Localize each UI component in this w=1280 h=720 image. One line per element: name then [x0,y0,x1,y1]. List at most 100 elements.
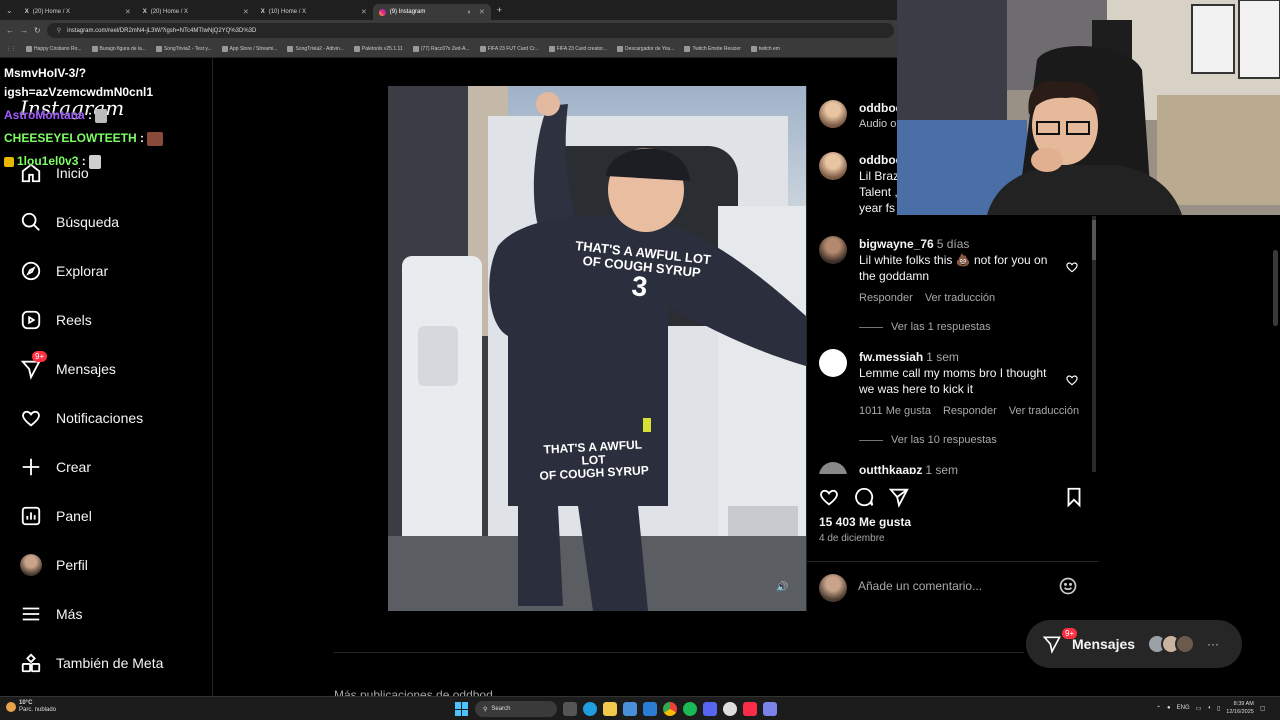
browser-tab-bar: ⌄ X (20) Home / X ✕ X (20) Home / X ✕ X (10) … [0,0,900,20]
edge-icon[interactable] [583,702,597,716]
close-tab-icon[interactable]: ✕ [479,8,485,16]
close-tab-icon[interactable]: ✕ [125,8,131,16]
messages-pill[interactable]: 9+ Mensajes ··· [1026,620,1242,668]
language-indicator[interactable]: ENG [1177,705,1190,711]
volume-icon[interactable]: ◖ [1207,705,1211,711]
bookmark-item[interactable]: SongTrivia2 - Test y... [155,46,212,52]
bookmark-item[interactable]: (77) Racc0?s Zed-A... [412,46,470,52]
music-icon[interactable] [743,702,757,716]
weather-widget[interactable]: 10°C Parc. nublado [6,700,56,714]
battery-icon[interactable]: ▯ [1217,705,1220,712]
tab-menu-icon[interactable]: ⌄ [0,6,19,15]
badge-icon [4,156,14,167]
sidebar-item-crear[interactable]: Crear [20,455,91,479]
bookmark-item[interactable]: Paletools v25.1.11 [353,46,403,52]
browser-tab-1[interactable]: X (20) Home / X ✕ [19,4,137,20]
view-replies[interactable]: Ver las 1 respuestas [859,321,991,333]
bookmark-item[interactable]: Descargador de You... [616,46,674,52]
bookmark-icon[interactable] [1063,486,1085,508]
store-icon[interactable] [623,702,637,716]
bookmark-favicon-icon [548,46,555,52]
author-avatar[interactable] [819,100,847,128]
comment-input[interactable]: Añade un comentario... [858,579,982,593]
comment-username[interactable]: fw.messiah [859,350,923,364]
bookmark-item[interactable]: SongTrivia2 - Adivin... [287,46,344,52]
sidebar-item-label: Crear [56,459,92,475]
chevron-up-icon[interactable]: ⌃ [1156,705,1161,712]
bookmark-item[interactable]: App Store / Streami... [221,46,277,52]
translate-button[interactable]: Ver traducción [1009,403,1079,419]
translate-button[interactable]: Ver traducción [925,290,995,306]
url-input[interactable]: ⚲ instagram.com/reel/DR2mN4-jL3W/?igsh=NT… [46,23,894,38]
task-view-icon[interactable] [563,702,577,716]
more-posts-heading: Más publicaciones de oddbod [334,688,493,696]
bookmark-item[interactable]: FIFA 23 FUT Card Cr... [479,46,539,52]
taskbar-search[interactable]: ⚲ Search [475,701,557,717]
sidebar-item-explorar[interactable]: Explorar [20,259,108,283]
browser-tab-instagram[interactable]: (9) Instagram ◖ ✕ [372,4,491,20]
close-tab-icon[interactable]: ✕ [361,8,367,16]
network-icon[interactable]: ▭ [1196,705,1202,712]
author-avatar[interactable] [819,152,847,180]
bookmark-item[interactable]: twitch em [750,46,780,52]
view-replies[interactable]: Ver las 10 respuestas [859,434,997,446]
mail-icon[interactable] [643,702,657,716]
bookmark-item[interactable]: FIFA 23 Card creator... [548,46,607,52]
comment-username[interactable]: bigwayne_76 [859,237,934,251]
back-icon[interactable]: ← [6,26,14,35]
close-tab-icon[interactable]: ✕ [243,8,249,16]
sidebar-item-busqueda[interactable]: Búsqueda [20,210,119,234]
likes-count[interactable]: 15 403 Me gusta [819,515,911,529]
bookmark-item[interactable]: Twitch Emote Resizer [684,46,741,52]
commenter-avatar[interactable] [819,349,847,377]
comment-likes[interactable]: 1011 Me gusta [859,403,931,419]
obs-icon[interactable] [723,702,737,716]
like-comment-icon[interactable] [1065,373,1079,387]
chat-username: AstroMontana [4,108,85,122]
sidebar-item-mas[interactable]: Más [20,602,82,626]
sidebar-item-reels[interactable]: Reels [20,308,92,332]
share-icon[interactable] [888,486,910,508]
teams-icon[interactable] [763,702,777,716]
site-info-icon[interactable]: ⚲ [57,27,61,34]
sidebar-item-mensajes[interactable]: 9+ Mensajes [20,351,116,381]
emoji-icon[interactable] [1058,576,1078,596]
commenter-avatar[interactable] [819,236,847,264]
reload-icon[interactable]: ↻ [34,26,41,35]
spotify-icon[interactable] [683,702,697,716]
sidebar-item-tambien-de-meta[interactable]: También de Meta [20,651,163,675]
comments-scrollbar[interactable] [1092,216,1096,472]
browser-tab-3[interactable]: X (10) Home / X ✕ [255,4,373,20]
apps-grid-icon[interactable]: ⋮⋮ [6,46,16,52]
commenter-avatar[interactable] [819,462,847,474]
like-icon[interactable] [818,486,840,508]
reel-video[interactable]: THAT'S A AWFUL LOT OF COUGH SYRUP 3 THAT… [388,86,806,611]
page-scrollbar[interactable] [1273,250,1278,326]
bookmark-item[interactable]: Burago figura de la... [91,46,146,52]
browser-tab-2[interactable]: X (20) Home / X ✕ [137,4,255,20]
bookmark-item[interactable]: Happy Cristiano Ro... [26,46,82,52]
windows-start-icon[interactable] [455,702,469,716]
mic-icon[interactable]: ● [1167,705,1171,711]
speaker-icon[interactable]: ◖ [467,9,471,16]
chrome-icon[interactable] [663,702,677,716]
discord-icon[interactable] [703,702,717,716]
new-tab-icon[interactable]: + [491,5,508,15]
sidebar-item-panel[interactable]: Panel [20,504,92,528]
reply-button[interactable]: Responder [943,403,997,419]
comment-icon[interactable] [853,486,875,508]
scrollbar-thumb[interactable] [1092,220,1096,260]
volume-icon[interactable]: 🔊 [776,582,788,594]
like-comment-icon[interactable] [1065,260,1079,274]
reels-icon [21,310,41,330]
reply-button[interactable]: Responder [859,290,913,306]
clock[interactable]: 8:39 AM 12/16/2025 [1226,700,1254,716]
file-explorer-icon[interactable] [603,702,617,716]
sidebar-item-notificaciones[interactable]: Notificaciones [20,406,143,430]
notifications-icon[interactable]: ▢ [1260,705,1266,712]
heart-icon [22,410,40,427]
more-icon[interactable]: ··· [1207,637,1219,651]
forward-icon[interactable]: → [20,26,28,35]
sidebar-item-perfil[interactable]: Perfil [20,553,88,577]
comment-username[interactable]: outthkaapz [859,463,922,474]
